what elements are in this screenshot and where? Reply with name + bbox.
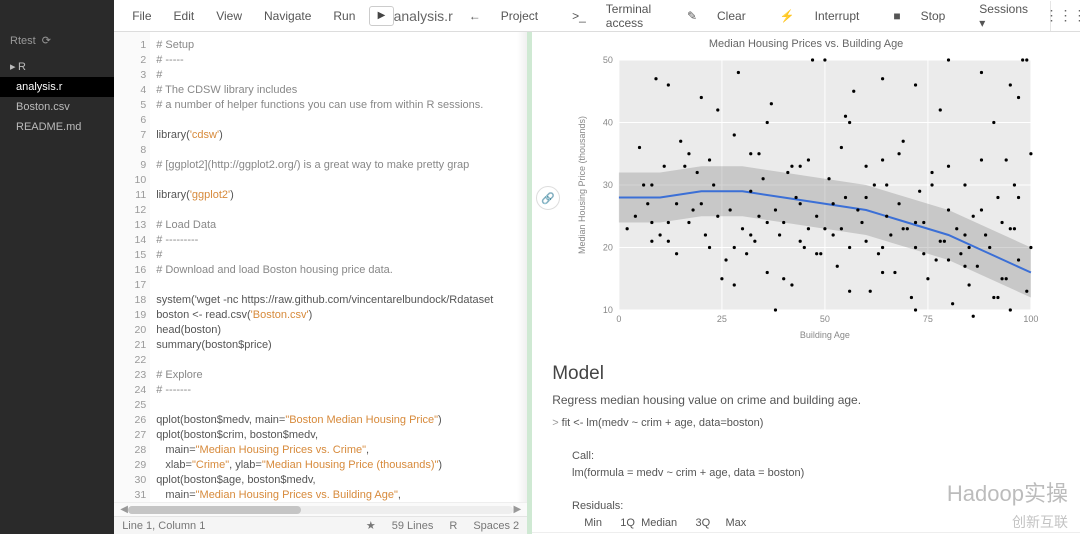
code-editor[interactable]: # Setup# -----## The CDSW library includ… xyxy=(150,32,527,502)
tree-root[interactable]: ▸R xyxy=(0,57,114,77)
action-project[interactable]: ←Project xyxy=(453,1,554,31)
menu-run[interactable]: Run xyxy=(323,5,365,27)
svg-text:100: 100 xyxy=(1024,314,1039,324)
editor-panel: 1234567891011121314151617181920212223242… xyxy=(114,32,532,534)
vertical-scrollbar[interactable] xyxy=(517,32,527,502)
project-header[interactable]: Rtest ⟳ xyxy=(0,24,114,53)
svg-text:0: 0 xyxy=(617,314,622,324)
section-heading: Model xyxy=(532,357,1080,391)
menubar: FileEditViewNavigateRun ▶ analysis.r ←Pr… xyxy=(114,0,1080,32)
sidebar: Rtest ⟳ ▸R analysis.rBoston.csvREADME.md xyxy=(0,0,114,534)
section-desc: Regress median housing value on crime an… xyxy=(532,391,1080,415)
svg-text:40: 40 xyxy=(603,118,613,128)
scatter-chart: 0 25 50 75 100 10 20 30 40 50 Building Age Median H… xyxy=(552,54,1060,344)
menu-edit[interactable]: Edit xyxy=(164,5,205,27)
svg-text:Building Age: Building Age xyxy=(800,330,850,340)
project-name: Rtest xyxy=(10,35,36,47)
menu-file[interactable]: File xyxy=(122,5,161,27)
action-interrupt[interactable]: ⚡Interrupt xyxy=(764,1,876,31)
indent-mode[interactable]: Spaces 2 xyxy=(473,520,519,532)
svg-text:75: 75 xyxy=(923,314,933,324)
apps-grid-icon[interactable]: ⋮⋮⋮ xyxy=(1050,1,1080,31)
filename: analysis.r xyxy=(394,8,453,24)
svg-text:20: 20 xyxy=(603,243,613,253)
refresh-icon[interactable]: ⟳ xyxy=(42,34,51,47)
line-gutter: 1234567891011121314151617181920212223242… xyxy=(114,32,150,502)
svg-text:30: 30 xyxy=(603,180,613,190)
svg-text:50: 50 xyxy=(820,314,830,324)
main: FileEditViewNavigateRun ▶ analysis.r ←Pr… xyxy=(114,0,1080,534)
svg-text:25: 25 xyxy=(717,314,727,324)
horizontal-scrollbar[interactable]: ◀ ▶ xyxy=(114,502,527,516)
bookmark-icon[interactable]: ★ xyxy=(366,519,376,532)
file-item[interactable]: analysis.r xyxy=(0,77,114,97)
svg-text:10: 10 xyxy=(603,305,613,315)
language-mode[interactable]: R xyxy=(449,520,457,532)
file-tree: ▸R analysis.rBoston.csvREADME.md xyxy=(0,53,114,141)
chart-title: Median Housing Prices vs. Building Age xyxy=(552,38,1060,50)
action-clear[interactable]: ✎Clear xyxy=(671,1,762,31)
console-output: > fit <- lm(medv ~ crim + age, data=bost… xyxy=(532,415,1080,532)
action-stop[interactable]: ■Stop xyxy=(877,1,961,31)
run-play-button[interactable]: ▶ xyxy=(369,6,393,26)
svg-text:50: 50 xyxy=(603,55,613,65)
menu-navigate[interactable]: Navigate xyxy=(254,5,321,27)
cursor-position: Line 1, Column 1 xyxy=(122,520,205,532)
menu-view[interactable]: View xyxy=(206,5,252,27)
file-item[interactable]: README.md xyxy=(0,117,114,137)
output-panel: 🔗 Median Housing Prices vs. Building Age… xyxy=(532,32,1080,534)
svg-text:Median Housing Price (thousand: Median Housing Price (thousands) xyxy=(577,116,587,254)
status-bar: Line 1, Column 1 ★ 59 Lines R Spaces 2 xyxy=(114,516,527,534)
file-item[interactable]: Boston.csv xyxy=(0,97,114,117)
line-count: 59 Lines xyxy=(392,520,434,532)
